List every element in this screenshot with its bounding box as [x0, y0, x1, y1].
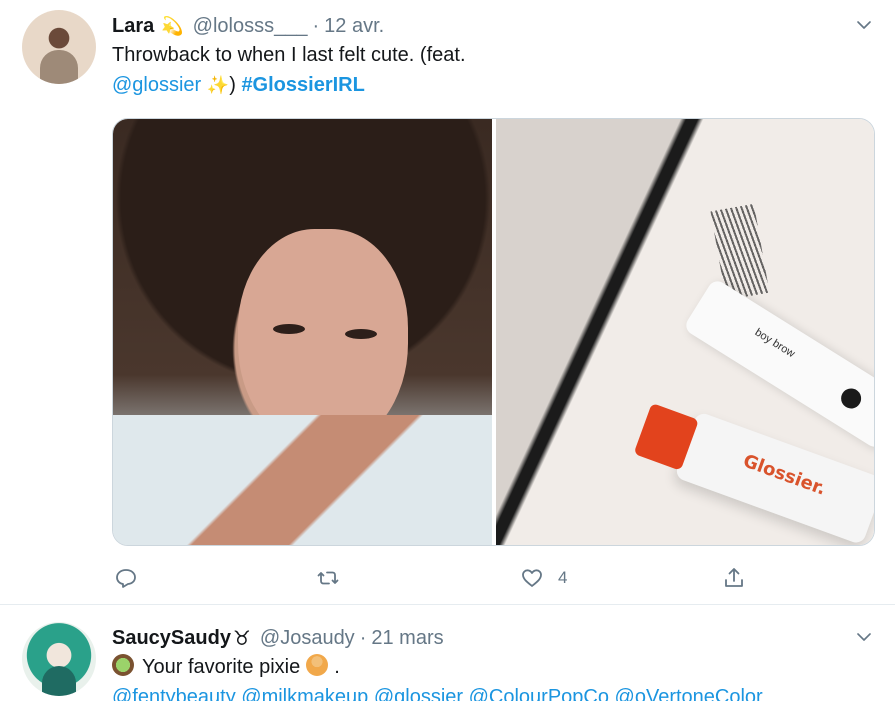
retweet-icon: [317, 571, 339, 585]
tweet-content: SaucySaudy ♉ @Josaudy · 21 mars Your fav…: [112, 624, 879, 701]
sparkles-emoji: ✨: [206, 75, 230, 95]
author-handle[interactable]: @lolosss___: [193, 15, 308, 38]
tweet-header: SaucySaudy ♉ @Josaudy · 21 mars: [112, 624, 879, 652]
retweet-button[interactable]: [316, 563, 340, 593]
hashtag-glossierirl[interactable]: #GlossierIRL: [241, 74, 364, 96]
fairy-emoji: [306, 654, 329, 676]
share-button[interactable]: [722, 563, 746, 593]
author-handle[interactable]: @Josaudy: [260, 627, 355, 650]
tweet-text-period: .: [334, 656, 340, 678]
taurus-symbol: ♉: [232, 627, 251, 650]
selfie-photo[interactable]: [113, 119, 492, 545]
glossier-products-photo[interactable]: boy brow Glossier.: [496, 119, 874, 545]
tweet[interactable]: SaucySaudy ♉ @Josaudy · 21 mars Your fav…: [0, 606, 895, 701]
reply-icon: [116, 569, 136, 588]
tweet-text-line-1: Throwback to when I last felt cute. (fea…: [112, 44, 466, 66]
brow-label: boy brow: [752, 326, 797, 361]
tube-cap: [633, 402, 699, 471]
separator-dot: ·: [312, 14, 320, 37]
glossier-g-logo: [837, 384, 865, 413]
eye-left: [273, 324, 305, 334]
tweet-text: Your favorite pixie. @fentybeauty @milkm…: [112, 652, 879, 701]
avatar-figure: [40, 50, 78, 84]
tweet-date[interactable]: 12 avr.: [324, 15, 384, 38]
chevron-down-icon[interactable]: [855, 628, 873, 646]
dizzy-emoji: 💫: [161, 15, 184, 36]
shirt-shape: [113, 415, 492, 545]
author-name[interactable]: Lara: [112, 15, 154, 38]
like-button[interactable]: 4: [520, 563, 567, 593]
chevron-down-icon[interactable]: [855, 16, 873, 34]
like-count: 4: [558, 568, 568, 587]
media-grid: boy brow Glossier.: [112, 118, 875, 546]
kiwi-emoji: [112, 654, 134, 676]
tweet-header: Lara 💫 @lolosss___ · 12 avr.: [112, 12, 879, 40]
share-icon: [725, 568, 743, 587]
mentions-line[interactable]: @fentybeauty @milkmakeup @glossier @Colo…: [112, 682, 879, 701]
tweet-text-line-1: Your favorite pixie.: [112, 652, 879, 682]
heart-icon: [522, 569, 542, 587]
author-name[interactable]: SaucySaudy: [112, 627, 231, 650]
eye-right: [345, 329, 377, 339]
separator-dot: ·: [359, 626, 367, 649]
avatar-figure: [42, 666, 76, 696]
tweet-text: Throwback to when I last felt cute. (fea…: [112, 40, 879, 100]
avatar[interactable]: [22, 10, 96, 84]
timeline-feed: Lara 💫 @lolosss___ · 12 avr. Throwback t…: [0, 0, 895, 701]
closing-paren: ): [229, 74, 236, 96]
mention-glossier[interactable]: @glossier: [112, 74, 201, 96]
tweet-date[interactable]: 21 mars: [371, 627, 443, 650]
reply-button[interactable]: [114, 563, 138, 593]
avatar[interactable]: [22, 622, 96, 696]
tube-brand-label: Glossier.: [740, 450, 829, 500]
tweet-content: Lara 💫 @lolosss___ · 12 avr. Throwback t…: [112, 12, 879, 100]
tweet-text-main: Your favorite pixie: [142, 656, 301, 678]
glossier-tube: Glossier.: [633, 402, 874, 545]
tweet-actions: 4: [112, 563, 752, 593]
tweet[interactable]: Lara 💫 @lolosss___ · 12 avr. Throwback t…: [0, 0, 895, 605]
tweet-text-line-2: @glossier ✨) #GlossierIRL: [112, 70, 879, 100]
